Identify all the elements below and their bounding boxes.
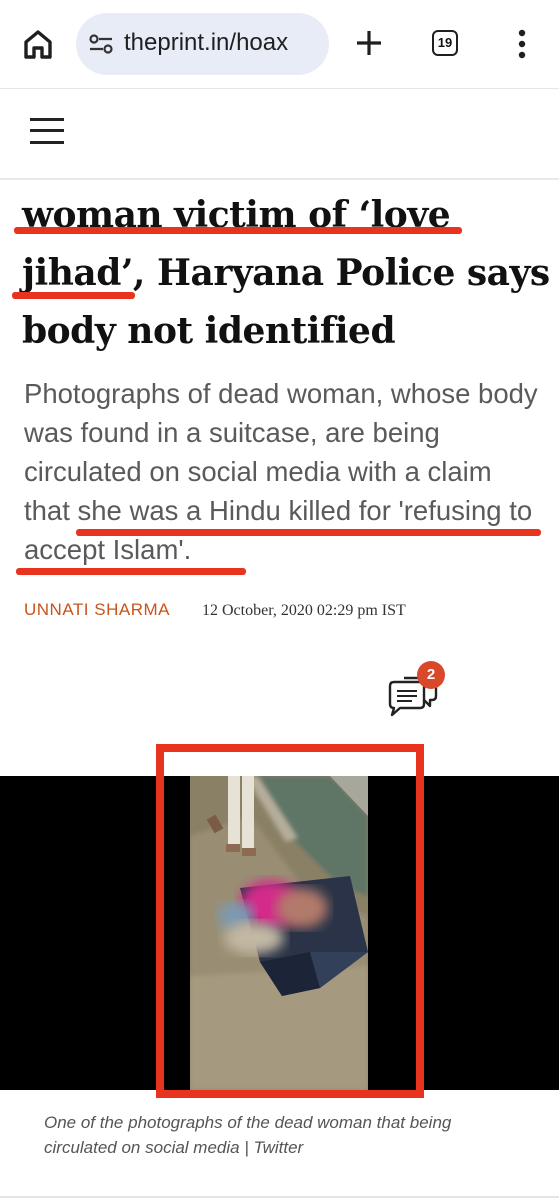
address-bar[interactable]: theprint.in/hoax [76, 13, 329, 75]
hamburger-menu-icon[interactable] [30, 116, 64, 146]
home-icon[interactable] [18, 24, 58, 64]
tab-count: 19 [437, 35, 453, 50]
bottom-divider [0, 1196, 559, 1198]
comment-count-badge[interactable]: 2 [417, 661, 445, 689]
headline-line-3: body not identified [22, 310, 396, 352]
photo-caption: One of the photographs of the dead woman… [44, 1113, 452, 1157]
byline: UNNATI SHARMA 12 October, 2020 02:29 pm … [24, 600, 544, 624]
headline-line-2a: jihad’ [22, 252, 133, 294]
highlight-box [156, 744, 424, 1098]
summary-part-3: . [183, 534, 192, 565]
highlight-underline [16, 568, 246, 575]
url-text[interactable]: theprint.in/hoax [124, 29, 288, 57]
publish-date: 12 October, 2020 02:29 pm IST [202, 602, 406, 619]
toolbar-divider [0, 88, 559, 89]
tab-switcher-icon[interactable]: 19 [432, 30, 458, 56]
author-link[interactable]: UNNATI SHARMA [24, 600, 170, 620]
new-tab-plus-icon[interactable] [352, 26, 386, 60]
overflow-menu-icon[interactable] [512, 26, 532, 62]
browser-toolbar: theprint.in/hoax 19 [0, 0, 559, 88]
article-headline: woman victim of ‘love jihad’, Haryana Po… [22, 186, 552, 360]
highlight-underline [76, 529, 541, 536]
highlight-underline [14, 227, 462, 234]
site-header-divider [0, 178, 559, 180]
article-summary: Photographs of dead woman, whose body wa… [24, 374, 544, 569]
highlight-underline [12, 292, 135, 299]
site-settings-icon[interactable] [88, 33, 114, 55]
headline-line-2b: , Haryana Police says [132, 252, 550, 294]
